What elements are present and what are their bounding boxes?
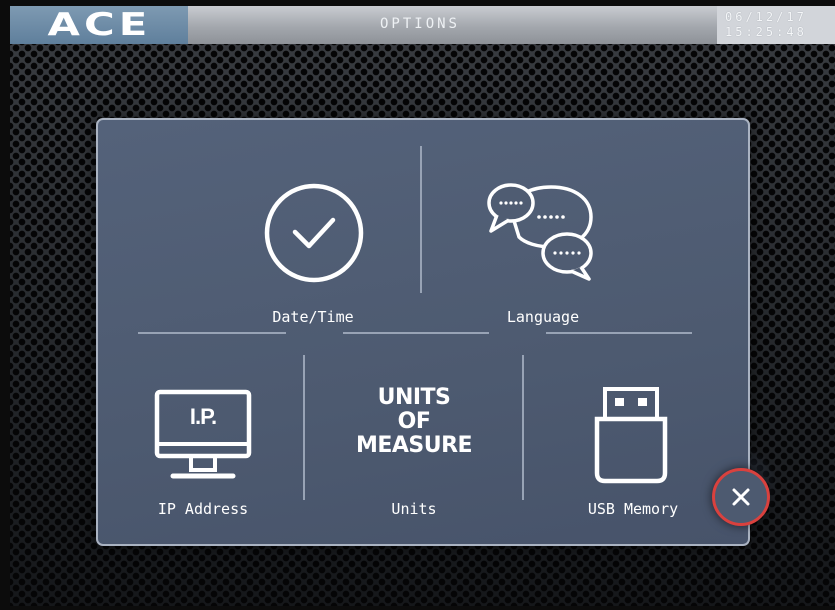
speech-bubbles-icon — [487, 183, 593, 281]
units-line-3: MEASURE — [355, 433, 473, 458]
options-screen: ACE OPTIONS 06/12/17 15:25:48 Date/Time — [10, 6, 835, 606]
close-button[interactable] — [712, 468, 770, 526]
units-option[interactable]: UNITS OF MEASURE Units — [308, 360, 520, 530]
date-time-display: 06/12/17 15:25:48 — [717, 6, 835, 44]
date-time-label: Date/Time — [272, 308, 354, 326]
units-line-1: UNITS — [377, 385, 451, 410]
time-readout: 15:25:48 — [725, 25, 807, 39]
close-icon — [732, 488, 750, 506]
ip-address-option[interactable]: I.P. IP Address — [108, 360, 298, 530]
divider-bottom-right — [522, 355, 524, 500]
language-label: Language — [506, 308, 580, 326]
logo-text: ACE — [47, 7, 151, 43]
units-of-measure-icon: UNITS OF MEASURE — [308, 386, 520, 458]
ace-logo: ACE — [10, 6, 188, 44]
language-option[interactable]: Language — [438, 160, 648, 335]
units-line-2: OF — [397, 409, 431, 434]
clock-check-icon — [264, 183, 364, 283]
date-readout: 06/12/17 — [725, 10, 807, 24]
divider-bottom-left — [303, 355, 305, 500]
usb-drive-icon — [594, 387, 668, 484]
ip-icon-text: I.P. — [189, 404, 217, 429]
page-title: OPTIONS — [379, 16, 460, 32]
ip-address-label: IP Address — [157, 500, 249, 518]
options-dialog: Date/Time Language I.P. IP Address UNITS… — [96, 118, 750, 546]
date-time-option[interactable]: Date/Time — [208, 160, 418, 335]
divider-top-vertical — [420, 146, 422, 293]
monitor-ip-icon — [154, 389, 252, 479]
usb-memory-label: USB Memory — [587, 500, 679, 518]
usb-memory-option[interactable]: USB Memory — [528, 360, 738, 530]
top-bar: ACE OPTIONS 06/12/17 15:25:48 — [10, 6, 835, 44]
units-label: Units — [391, 500, 437, 518]
